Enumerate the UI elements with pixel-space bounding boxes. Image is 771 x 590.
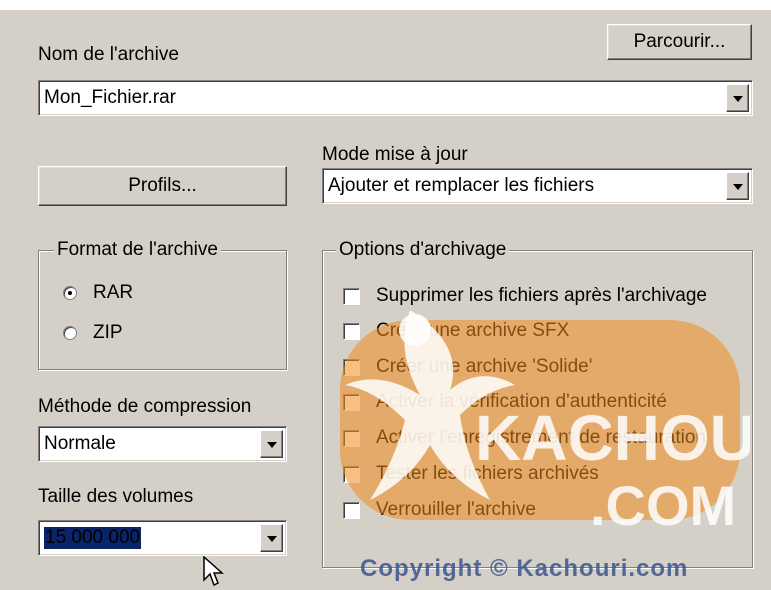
option-label: Créer une archive SFX <box>376 320 570 341</box>
archive-name-combo[interactable]: Mon_Fichier.rar <box>38 80 753 116</box>
archive-settings-panel: Nom de l'archive Parcourir... Mon_Fichie… <box>0 10 771 590</box>
volumes-value[interactable]: 15 000 000 <box>44 527 142 549</box>
format-group-title: Format de l'archive <box>54 239 221 261</box>
option-checkbox[interactable] <box>343 359 360 376</box>
browse-button[interactable]: Parcourir... <box>607 24 752 60</box>
update-mode-label: Mode mise à jour <box>322 144 468 165</box>
option-label: Créer une archive 'Solide' <box>376 356 593 377</box>
option-checkbox[interactable] <box>343 430 360 447</box>
mouse-cursor-icon <box>203 556 224 587</box>
option-label: Activer l'enregistrement de restauration <box>376 427 706 448</box>
archive-name-label: Nom de l'archive <box>38 44 179 65</box>
option-checkbox[interactable] <box>343 394 360 411</box>
format-rar-label: RAR <box>93 282 134 303</box>
volumes-label: Taille des volumes <box>38 486 194 507</box>
update-mode-value: Ajouter et remplacer les fichiers <box>328 175 595 196</box>
option-checkbox[interactable] <box>343 466 360 483</box>
option-label: Activer la vérification d'authenticité <box>376 391 667 412</box>
option-checkbox[interactable] <box>343 323 360 340</box>
compression-value: Normale <box>44 433 116 454</box>
chevron-down-icon[interactable] <box>260 430 283 458</box>
option-checkbox[interactable] <box>343 502 360 519</box>
chevron-down-icon[interactable] <box>726 84 749 112</box>
format-zip-label: ZIP <box>93 322 123 343</box>
chevron-down-icon[interactable] <box>260 524 283 552</box>
options-group-title: Options d'archivage <box>336 239 510 261</box>
compression-label: Méthode de compression <box>38 396 252 417</box>
dialog-frame: Nom de l'archive Parcourir... Mon_Fichie… <box>0 0 771 590</box>
compression-combo[interactable]: Normale <box>38 426 287 462</box>
option-label: Verrouiller l'archive <box>376 499 536 520</box>
format-zip-radio[interactable] <box>63 326 77 340</box>
archive-name-value: Mon_Fichier.rar <box>44 87 176 108</box>
watermark-copyright: Copyright © Kachouri.com <box>360 555 689 582</box>
volumes-combo[interactable]: 15 000 000 <box>38 520 287 556</box>
format-rar-radio[interactable] <box>63 286 77 300</box>
option-label: Supprimer les fichiers après l'archivage <box>376 285 707 306</box>
option-checkbox[interactable] <box>343 288 360 305</box>
update-mode-combo[interactable]: Ajouter et remplacer les fichiers <box>322 168 753 204</box>
profiles-button[interactable]: Profils... <box>38 166 287 206</box>
option-label: Tester les fichiers archivés <box>376 463 599 484</box>
format-group <box>38 250 287 370</box>
chevron-down-icon[interactable] <box>726 172 749 200</box>
